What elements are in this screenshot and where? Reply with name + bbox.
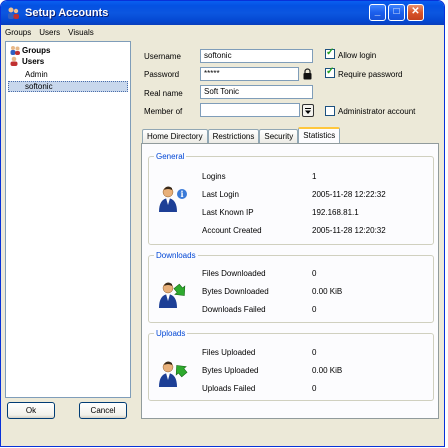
bytes-downloaded-label: Bytes Downloaded [202, 287, 269, 296]
allow-login-label: Allow login [338, 51, 377, 60]
downloads-failed-label: Downloads Failed [202, 305, 266, 314]
realname-label: Real name [144, 89, 183, 98]
logins-value: 1 [312, 172, 317, 181]
menu-visuals[interactable]: Visuals [68, 28, 94, 37]
tab-statistics[interactable]: Statistics [298, 127, 341, 143]
bytes-uploaded-value: 0.00 KiB [312, 366, 343, 375]
user-download-icon [158, 281, 188, 309]
tree-label-admin: Admin [25, 70, 48, 79]
user-upload-icon [158, 360, 188, 388]
menu-bar: Groups Users Visuals [1, 25, 444, 39]
account-created-label: Account Created [202, 226, 262, 235]
downloads-group: Downloads Files Downloaded 0 Bytes Downl… [148, 251, 434, 323]
last-login-label: Last Login [202, 190, 239, 199]
files-downloaded-label: Files Downloaded [202, 269, 266, 278]
last-ip-label: Last Known IP [202, 208, 254, 217]
cancel-button[interactable]: Cancel [79, 402, 127, 419]
files-uploaded-label: Files Uploaded [202, 348, 256, 357]
administrator-checkbox[interactable] [325, 106, 335, 116]
last-ip-value: 192.168.81.1 [312, 208, 359, 217]
realname-input[interactable]: Soft Tonic [200, 85, 313, 99]
accounts-tree[interactable]: Groups Users Admin softonic [5, 41, 131, 398]
user-info-icon: i [158, 185, 188, 213]
groups-icon [9, 45, 22, 56]
require-password-label: Require password [338, 70, 403, 79]
tab-home-directory[interactable]: Home Directory [142, 129, 208, 143]
files-downloaded-value: 0 [312, 269, 317, 278]
window-title: Setup Accounts [25, 7, 109, 19]
tree-label-groups: Groups [22, 46, 51, 55]
tree-item-users[interactable]: Users [9, 56, 44, 67]
last-login-value: 2005-11-28 12:22:32 [312, 190, 386, 199]
minimize-button[interactable]: _ [369, 4, 386, 21]
ok-button[interactable]: Ok [7, 402, 55, 419]
downloads-failed-value: 0 [312, 305, 317, 314]
svg-text:i: i [180, 189, 183, 199]
statistics-panel: General i Logins 1 Last Login 2005-11-28… [141, 143, 439, 419]
tree-label-softonic: softonic [25, 82, 53, 91]
user-icon [9, 56, 22, 67]
tab-strip: Home Directory Restrictions Security Sta… [142, 127, 341, 143]
administrator-label: Administrator account [338, 107, 416, 116]
general-title: General [154, 152, 187, 161]
username-label: Username [144, 52, 181, 61]
files-uploaded-value: 0 [312, 348, 317, 357]
require-password-checkbox[interactable] [325, 66, 335, 78]
tab-security[interactable]: Security [259, 129, 299, 143]
tree-item-admin[interactable]: Admin [25, 69, 48, 80]
maximize-button[interactable]: □ [388, 4, 405, 21]
menu-groups[interactable]: Groups [5, 28, 31, 37]
account-created-value: 2005-11-28 12:20:32 [312, 226, 386, 235]
bytes-downloaded-value: 0.00 KiB [312, 287, 343, 296]
dropdown-arrow-icon[interactable] [302, 104, 314, 117]
uploads-failed-value: 0 [312, 384, 317, 393]
title-bar[interactable]: Setup Accounts _ □ ✕ [1, 1, 444, 25]
uploads-group: Uploads Files Uploaded 0 Bytes Uploaded … [148, 329, 434, 401]
tree-item-softonic[interactable]: softonic [8, 81, 128, 92]
general-group: General i Logins 1 Last Login 2005-11-28… [148, 152, 434, 245]
close-button[interactable]: ✕ [407, 4, 424, 21]
bytes-uploaded-label: Bytes Uploaded [202, 366, 259, 375]
password-input[interactable]: ***** [200, 67, 299, 81]
allow-login-checkbox[interactable] [325, 47, 335, 59]
logins-label: Logins [202, 172, 226, 181]
menu-users[interactable]: Users [39, 28, 60, 37]
users-app-icon [6, 6, 20, 20]
panel-splitter[interactable] [132, 41, 136, 423]
tree-label-users: Users [22, 57, 45, 66]
tab-restrictions[interactable]: Restrictions [207, 129, 260, 143]
memberof-label: Member of [144, 107, 183, 116]
downloads-title: Downloads [154, 251, 198, 260]
tree-item-groups[interactable]: Groups [9, 45, 50, 56]
username-input[interactable]: softonic [200, 49, 313, 63]
lock-icon[interactable] [302, 68, 313, 80]
uploads-failed-label: Uploads Failed [202, 384, 256, 393]
memberof-select[interactable] [200, 103, 300, 117]
password-label: Password [144, 70, 180, 79]
uploads-title: Uploads [154, 329, 188, 338]
setup-accounts-window: Setup Accounts _ □ ✕ Groups Users Visual… [0, 0, 445, 447]
